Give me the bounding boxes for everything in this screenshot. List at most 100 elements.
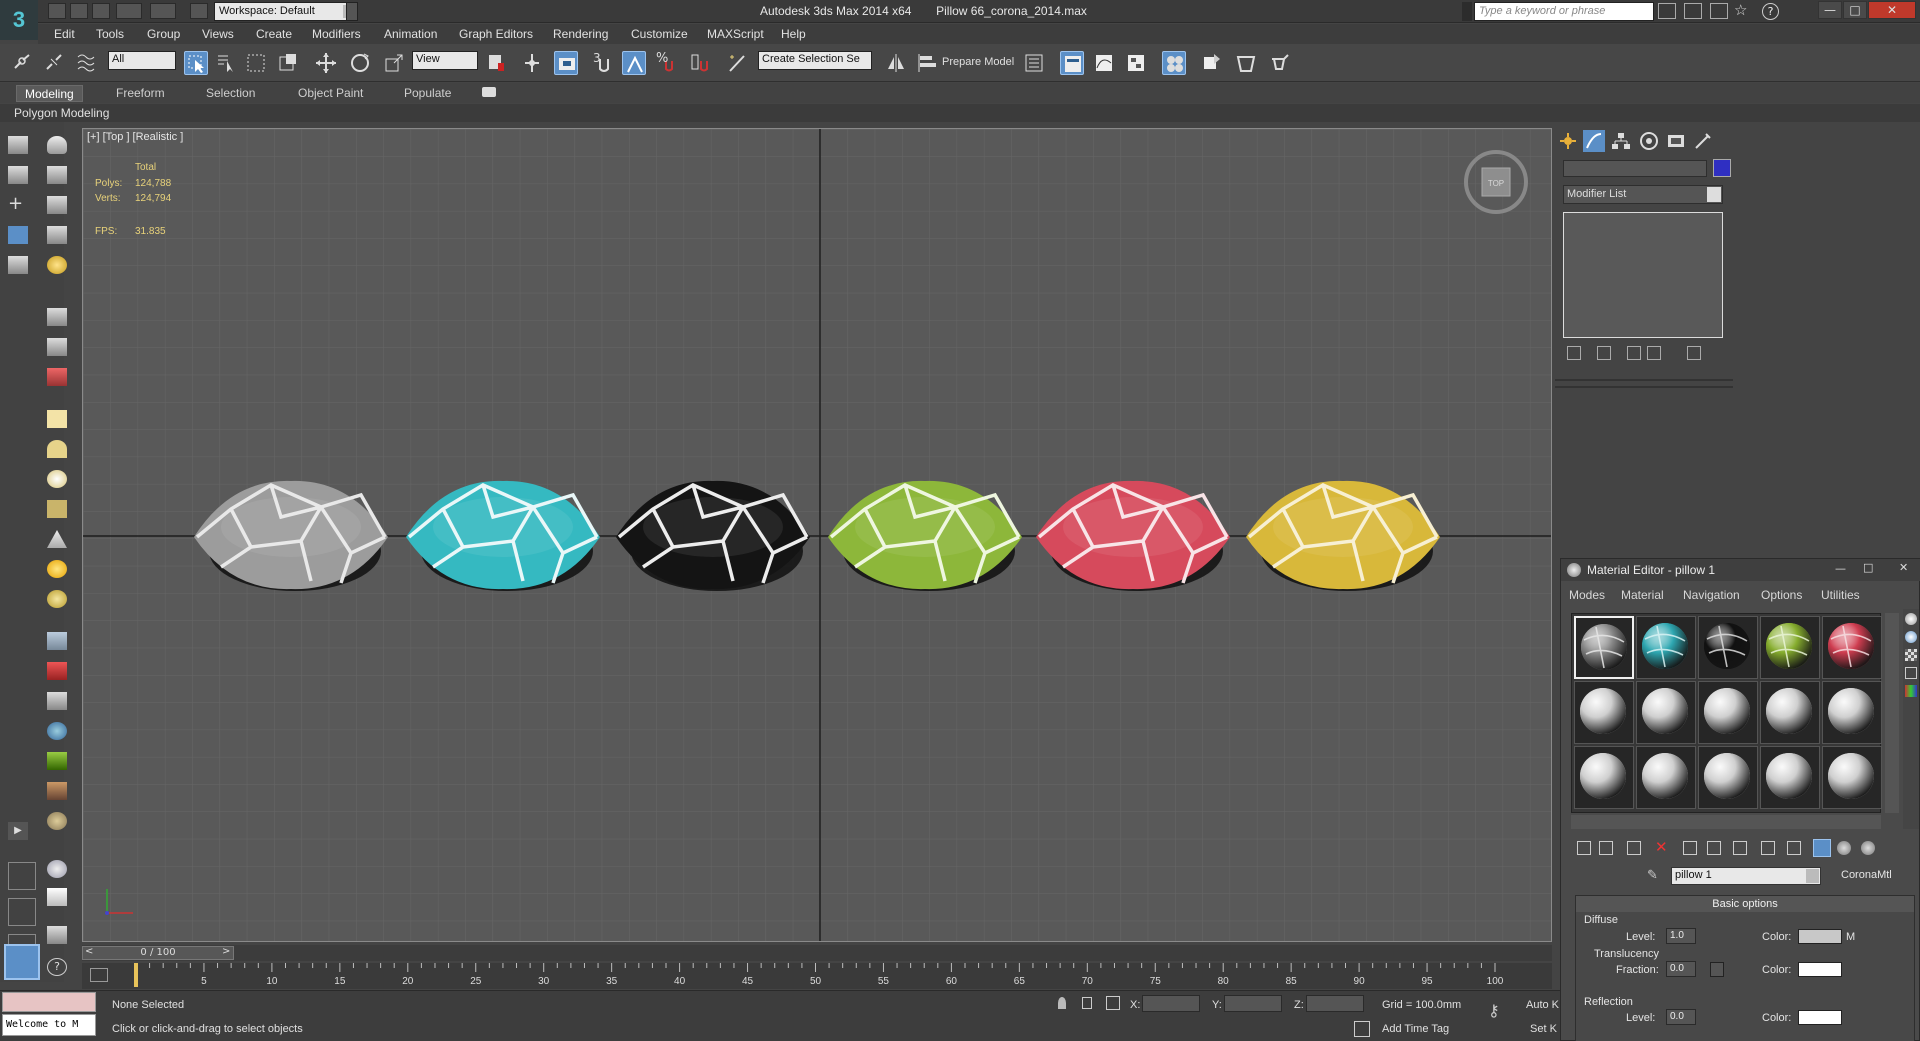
- material-slot[interactable]: [1636, 681, 1696, 744]
- render-frame-icon[interactable]: [47, 926, 67, 944]
- viewcube-icon[interactable]: TOP: [1463, 149, 1529, 215]
- diffuse-map-button[interactable]: M: [1846, 931, 1855, 943]
- grid-icon[interactable]: [47, 226, 67, 244]
- edit-named-selection-icon[interactable]: [726, 51, 750, 75]
- copy-material-icon[interactable]: [1683, 841, 1697, 855]
- menu-graph-editors[interactable]: Graph Editors: [459, 27, 533, 41]
- me-menu-utilities[interactable]: Utilities: [1821, 588, 1860, 602]
- subscription-key-icon[interactable]: [1684, 3, 1702, 19]
- schematic-view-icon[interactable]: [1124, 51, 1148, 75]
- maximize-button[interactable]: □: [1843, 1, 1867, 19]
- go-to-parent-icon[interactable]: [1837, 841, 1851, 855]
- x-coordinate-field[interactable]: [1142, 995, 1200, 1012]
- hair-icon[interactable]: [47, 782, 67, 800]
- shell-icon[interactable]: [47, 812, 67, 830]
- maxscript-input[interactable]: Welcome to M: [2, 1014, 96, 1036]
- camera-icon[interactable]: [47, 308, 67, 326]
- material-slot[interactable]: [1636, 616, 1696, 679]
- go-forward-to-sibling-icon[interactable]: [1861, 841, 1875, 855]
- make-unique-icon[interactable]: [1627, 346, 1641, 360]
- menu-create[interactable]: Create: [256, 27, 292, 41]
- animation-icon[interactable]: [47, 368, 67, 386]
- video-color-check-icon[interactable]: [1905, 685, 1917, 697]
- ball-icon[interactable]: [47, 590, 67, 608]
- help-icon[interactable]: ?: [1762, 3, 1779, 20]
- z-coordinate-field[interactable]: [1306, 995, 1364, 1012]
- assign-to-selection-icon[interactable]: [1627, 841, 1641, 855]
- prepare-model-label[interactable]: Prepare Model: [942, 56, 1014, 68]
- keyboard-shortcut-override-icon[interactable]: [554, 51, 578, 75]
- atom-icon[interactable]: [47, 722, 67, 740]
- menu-help[interactable]: Help: [781, 27, 806, 41]
- viewport-layout-active-icon[interactable]: [4, 944, 40, 980]
- me-minimize-button[interactable]: —: [1835, 562, 1846, 575]
- background-icon[interactable]: [1905, 649, 1917, 661]
- viewport-layout-icon[interactable]: [8, 862, 36, 890]
- make-unique-icon[interactable]: [1707, 841, 1721, 855]
- render-setup-icon[interactable]: [1200, 51, 1224, 75]
- layers-icon[interactable]: [8, 166, 28, 184]
- diffuse-color-swatch[interactable]: [1798, 929, 1842, 944]
- time-prev-button[interactable]: <: [85, 946, 93, 957]
- create-icon[interactable]: +: [8, 195, 28, 214]
- auto-key-button[interactable]: Auto K: [1526, 999, 1559, 1011]
- reset-map-icon[interactable]: ✕: [1655, 838, 1668, 856]
- material-slot[interactable]: [1574, 681, 1634, 744]
- object-color-swatch[interactable]: [1713, 159, 1731, 177]
- layer-explorer-icon[interactable]: [1060, 51, 1084, 75]
- menu-rendering[interactable]: Rendering: [553, 27, 608, 41]
- curve-editor-icon[interactable]: [1092, 51, 1116, 75]
- render-production-icon[interactable]: [1268, 51, 1292, 75]
- y-coordinate-field[interactable]: [1224, 995, 1282, 1012]
- align-icon[interactable]: [916, 51, 940, 75]
- time-next-button[interactable]: >: [222, 946, 230, 957]
- material-sphere-icon[interactable]: [47, 860, 67, 878]
- me-close-button[interactable]: ✕: [1899, 561, 1908, 574]
- lock-selection-icon[interactable]: [1082, 997, 1092, 1009]
- menu-maxscript[interactable]: MAXScript: [707, 27, 764, 41]
- viewport-top[interactable]: [+] [Top ] [Realistic ] Total Polys: 124…: [82, 128, 1552, 942]
- rectangular-selection-region-icon[interactable]: [244, 51, 268, 75]
- pick-material-eyedropper-icon[interactable]: ✎: [1647, 868, 1658, 883]
- close-button[interactable]: ✕: [1868, 1, 1916, 19]
- selection-filter-dropdown[interactable]: All: [108, 51, 176, 70]
- angle-snap-toggle-icon[interactable]: [622, 51, 646, 75]
- hierarchy-tab-icon[interactable]: [1610, 130, 1632, 152]
- render-icon[interactable]: [47, 166, 67, 184]
- slots-scrollbar[interactable]: [1885, 613, 1899, 813]
- material-editor-icon[interactable]: [1162, 51, 1186, 75]
- sun-icon[interactable]: [47, 560, 67, 578]
- material-slot[interactable]: [1698, 616, 1758, 679]
- particles-icon[interactable]: [47, 632, 67, 650]
- select-object-icon[interactable]: [184, 51, 208, 75]
- me-maximize-button[interactable]: □: [1863, 561, 1873, 574]
- utilities-tab-icon[interactable]: [1692, 130, 1714, 152]
- modify-panel-icon[interactable]: [8, 226, 28, 244]
- favorites-star-icon[interactable]: ☆: [1734, 1, 1747, 19]
- torus-icon[interactable]: [47, 500, 67, 518]
- ribbon-tab-freeform[interactable]: Freeform: [108, 85, 173, 102]
- set-key-button[interactable]: Set K: [1530, 1023, 1557, 1035]
- basic-options-title[interactable]: Basic options: [1576, 896, 1914, 912]
- hierarchy-icon[interactable]: [8, 256, 28, 274]
- modifier-stack[interactable]: [1563, 212, 1723, 338]
- search-input[interactable]: Type a keyword or phrase: [1474, 2, 1654, 21]
- current-frame-marker[interactable]: [134, 963, 138, 987]
- window-crossing-icon[interactable]: [276, 51, 300, 75]
- get-material-icon[interactable]: [1577, 841, 1591, 855]
- material-slot[interactable]: [1822, 746, 1882, 809]
- material-name-field[interactable]: pillow 1: [1671, 867, 1821, 885]
- viewport-layout-2-icon[interactable]: [8, 898, 36, 926]
- scene-explorer-icon[interactable]: [1022, 51, 1046, 75]
- select-and-rotate-icon[interactable]: [348, 51, 372, 75]
- polygon-modeling-panel[interactable]: Polygon Modeling: [14, 106, 109, 120]
- select-and-manipulate-icon[interactable]: [520, 51, 544, 75]
- material-slot[interactable]: [1636, 746, 1696, 809]
- cone-icon[interactable]: [47, 530, 67, 548]
- fraction-map-button[interactable]: [1710, 962, 1724, 977]
- infocenter-collapse-button[interactable]: [1462, 2, 1472, 21]
- unlink-selection-icon[interactable]: [42, 51, 66, 75]
- show-end-result-icon[interactable]: [1597, 346, 1611, 360]
- material-slot[interactable]: [1698, 746, 1758, 809]
- create-tab-icon[interactable]: [1557, 130, 1579, 152]
